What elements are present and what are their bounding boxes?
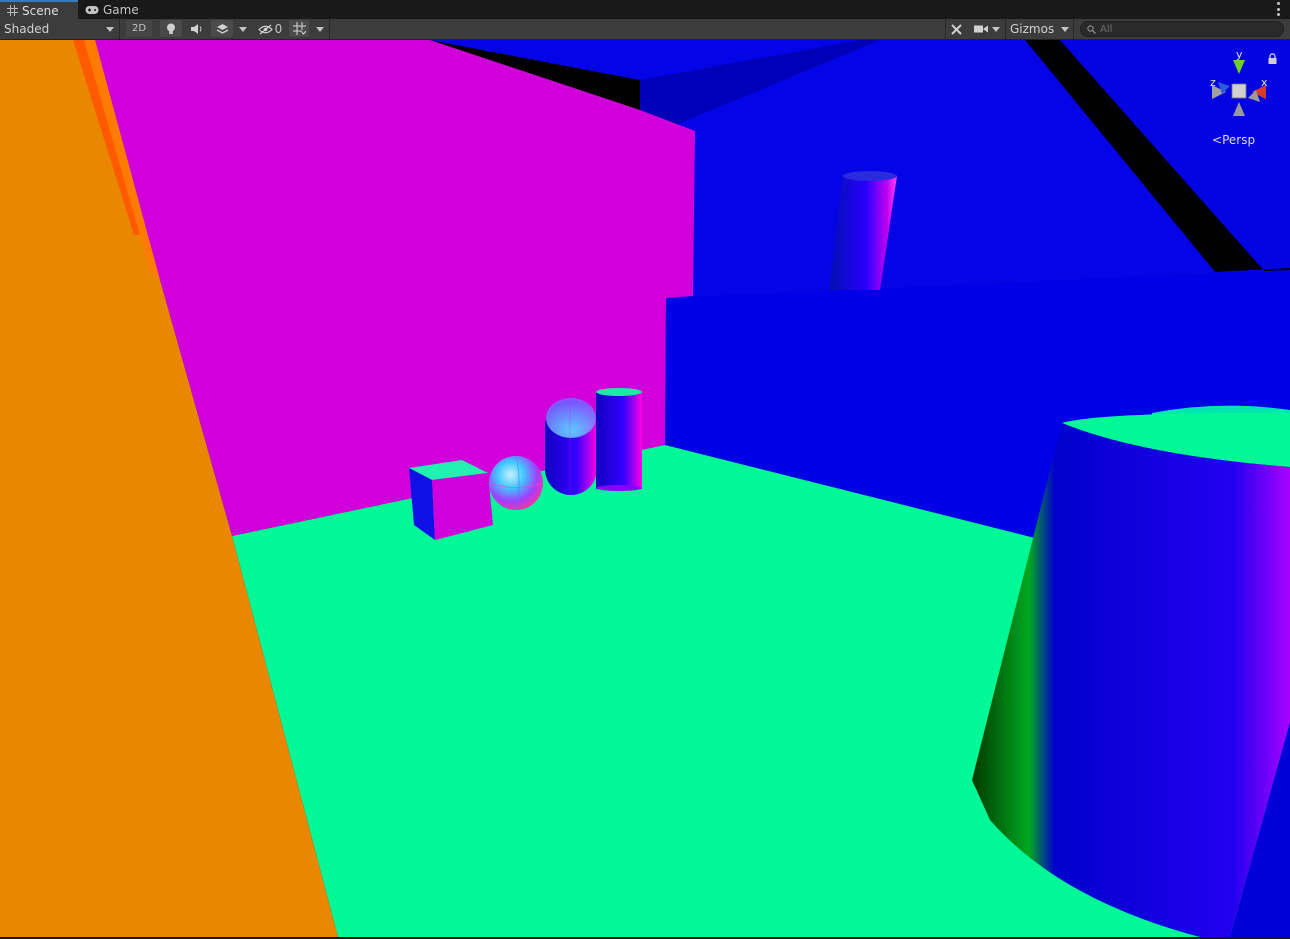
z-axis-label: z bbox=[1210, 76, 1216, 89]
tab-game[interactable]: Game bbox=[80, 0, 150, 19]
x-axis-label: x bbox=[1261, 76, 1268, 89]
grid-icon bbox=[7, 5, 18, 16]
window-tab-bar: Scene Game bbox=[0, 0, 1290, 19]
capsule bbox=[545, 398, 597, 495]
search-input[interactable] bbox=[1096, 23, 1270, 35]
audio-toggle[interactable] bbox=[186, 19, 208, 39]
effects-dropdown[interactable] bbox=[234, 19, 252, 39]
tab-game-label: Game bbox=[103, 2, 139, 17]
chevron-down-icon bbox=[992, 26, 1000, 32]
grid-snapping-toggle[interactable] bbox=[289, 20, 309, 37]
sphere bbox=[488, 455, 544, 511]
projection-toggle[interactable]: <Persp bbox=[1212, 133, 1255, 147]
chevron-down-icon bbox=[315, 26, 324, 32]
more-options-icon[interactable] bbox=[1276, 2, 1280, 16]
chevron-down-icon bbox=[239, 26, 247, 32]
small-cylinder bbox=[596, 388, 642, 491]
tab-scene-label: Scene bbox=[22, 3, 59, 18]
lightbulb-icon bbox=[167, 23, 175, 34]
effects-toggle[interactable] bbox=[211, 20, 233, 37]
speaker-icon bbox=[191, 24, 202, 34]
search-icon bbox=[1087, 24, 1096, 34]
gizmos-dropdown[interactable] bbox=[1056, 19, 1074, 39]
draw-mode-dropdown[interactable]: Shaded bbox=[0, 19, 120, 39]
scene-render bbox=[0, 40, 1290, 937]
tab-scene[interactable]: Scene bbox=[0, 0, 78, 19]
gizmos-button[interactable]: Gizmos bbox=[1005, 19, 1056, 39]
y-axis-cone[interactable] bbox=[1233, 60, 1245, 74]
gizmo-center-cube[interactable] bbox=[1231, 83, 1247, 99]
gamepad-icon bbox=[85, 5, 99, 14]
scene-toolbar: Shaded 2D 0 Gizmos All bbox=[0, 19, 1290, 40]
projection-label: Persp bbox=[1222, 133, 1256, 147]
chevron-down-icon bbox=[106, 27, 114, 32]
camera-icon bbox=[974, 25, 988, 33]
hidden-count: 0 bbox=[274, 22, 283, 36]
perspective-icon: < bbox=[1212, 133, 1223, 147]
cube bbox=[409, 460, 493, 540]
lighting-toggle[interactable] bbox=[160, 20, 182, 37]
hierarchy-search[interactable] bbox=[1080, 21, 1284, 37]
draw-mode-label: Shaded bbox=[4, 22, 50, 36]
grid-dropdown[interactable] bbox=[310, 19, 330, 39]
grid-snap-icon bbox=[292, 22, 306, 35]
scene-viewport[interactable]: y x z <Persp bbox=[0, 40, 1290, 937]
camera-settings-dropdown[interactable] bbox=[970, 19, 1004, 39]
tools-icon bbox=[951, 23, 962, 35]
y-axis-label: y bbox=[1236, 50, 1243, 61]
tools-button[interactable] bbox=[945, 19, 967, 39]
hidden-eye-icon bbox=[257, 23, 273, 35]
2d-mode-toggle[interactable]: 2D bbox=[126, 20, 152, 37]
chevron-down-icon bbox=[1060, 26, 1069, 32]
lock-icon[interactable] bbox=[1268, 53, 1277, 64]
hidden-objects-toggle[interactable]: 0 bbox=[255, 19, 285, 39]
layers-icon bbox=[216, 23, 228, 34]
